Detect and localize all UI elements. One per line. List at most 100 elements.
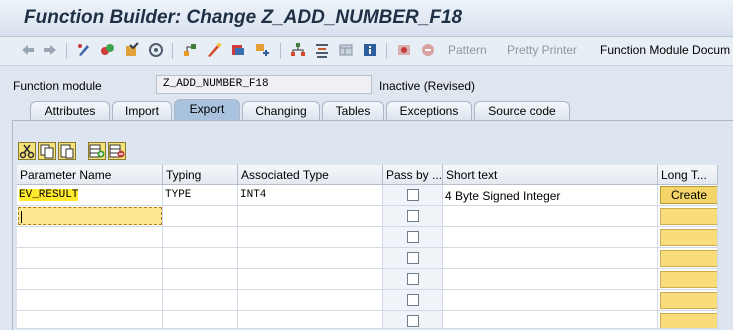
activate-icon[interactable]	[99, 42, 115, 58]
column-header-short-text[interactable]: Short text	[443, 165, 658, 185]
table-row-cell-associated-type[interactable]	[238, 311, 383, 329]
tab-attributes[interactable]: Attributes	[30, 101, 110, 120]
table-row-cell-typing[interactable]	[163, 269, 238, 290]
display-change-icon[interactable]	[76, 42, 92, 58]
pass-by-value-checkbox[interactable]	[407, 294, 419, 306]
where-used-icon[interactable]	[182, 42, 198, 58]
toolbar-separator	[386, 43, 387, 59]
parameter-name-value: EV_RESULT	[19, 189, 79, 201]
info-icon[interactable]	[362, 42, 378, 58]
toolbar-separator	[280, 43, 281, 59]
table-row-cell-pass-by-value	[383, 227, 443, 248]
create-long-text-button[interactable]: Create	[660, 186, 717, 204]
table-row-cell-parameter-name[interactable]: EV_RESULT	[17, 185, 163, 206]
table-row-cell-short-text[interactable]	[443, 227, 658, 248]
toolbar-separator	[172, 43, 173, 59]
insert-statement-icon[interactable]	[396, 42, 412, 58]
test-icon[interactable]	[148, 42, 164, 58]
table-row-cell-associated-type[interactable]	[238, 269, 383, 290]
table-row-cell-parameter-name[interactable]	[17, 227, 163, 248]
table-row-cell-parameter-name[interactable]	[17, 206, 163, 227]
toolbar-separator	[66, 43, 67, 59]
table-row-cell-long-text	[658, 311, 718, 329]
table-row-cell-parameter-name[interactable]	[17, 248, 163, 269]
pass-by-value-checkbox[interactable]	[407, 231, 419, 243]
long-text-button[interactable]	[660, 271, 717, 288]
table-row-cell-typing[interactable]	[163, 206, 238, 227]
page-title: Function Builder: Change Z_ADD_NUMBER_F1…	[24, 7, 463, 28]
table-row-cell-typing[interactable]: TYPE	[163, 185, 238, 206]
table-row-cell-short-text[interactable]	[443, 248, 658, 269]
tab-strip: Attributes Import Export Changing Tables…	[0, 99, 733, 121]
function-module-documentation-button[interactable]: Function Module Docum	[600, 43, 730, 57]
title-bar: Function Builder: Change Z_ADD_NUMBER_F1…	[0, 0, 733, 37]
table-row-cell-short-text[interactable]	[443, 269, 658, 290]
breakpoint-icon[interactable]	[420, 42, 436, 58]
function-module-label: Function module	[13, 79, 102, 93]
long-text-button[interactable]	[660, 250, 717, 267]
long-text-button[interactable]	[660, 229, 717, 246]
tab-export[interactable]: Export	[174, 99, 240, 120]
tab-import[interactable]: Import	[112, 101, 172, 120]
check-icon[interactable]	[124, 42, 140, 58]
parameter-name-input[interactable]	[18, 207, 162, 225]
table-row-cell-parameter-name[interactable]	[17, 311, 163, 329]
column-header-parameter-name[interactable]: Parameter Name	[17, 165, 163, 185]
forward-arrow-icon[interactable]	[42, 42, 58, 58]
long-text-button[interactable]	[660, 292, 717, 309]
table-row-cell-parameter-name[interactable]	[17, 290, 163, 311]
table-row-cell-associated-type[interactable]	[238, 248, 383, 269]
table-row-cell-pass-by-value	[383, 248, 443, 269]
table-row-cell-short-text[interactable]	[443, 311, 658, 329]
table-row-cell-short-text[interactable]	[443, 206, 658, 227]
function-module-field[interactable]: Z_ADD_NUMBER_F18	[156, 75, 372, 94]
long-text-button[interactable]	[660, 313, 717, 328]
table-row-cell-typing[interactable]	[163, 227, 238, 248]
pretty-icon[interactable]	[290, 42, 306, 58]
navigation-icon[interactable]	[230, 42, 246, 58]
table-row-cell-long-text	[658, 248, 718, 269]
tab-changing[interactable]: Changing	[242, 101, 320, 120]
table-row-cell-typing[interactable]	[163, 311, 238, 329]
column-header-long-text[interactable]: Long T...	[658, 165, 718, 185]
table-row-cell-parameter-name[interactable]	[17, 269, 163, 290]
table-row-cell-associated-type[interactable]: INT4	[238, 185, 383, 206]
pass-by-value-checkbox[interactable]	[407, 252, 419, 264]
table-row-cell-short-text[interactable]	[443, 290, 658, 311]
table-row-cell-long-text: Create	[658, 185, 718, 206]
pass-by-value-checkbox[interactable]	[407, 189, 419, 201]
column-header-typing[interactable]: Typing	[163, 165, 238, 185]
table-row-cell-long-text	[658, 290, 718, 311]
pass-by-value-checkbox[interactable]	[407, 273, 419, 285]
table-row-cell-associated-type[interactable]	[238, 206, 383, 227]
table-row-cell-pass-by-value	[383, 269, 443, 290]
table-row-cell-associated-type[interactable]	[238, 227, 383, 248]
pass-by-value-checkbox[interactable]	[407, 315, 419, 327]
layout-icon[interactable]	[338, 42, 354, 58]
hierarchy-icon[interactable]	[254, 42, 270, 58]
tab-tables[interactable]: Tables	[322, 101, 384, 120]
table-row-cell-long-text	[658, 206, 718, 227]
window-icon[interactable]	[314, 42, 330, 58]
back-arrow-icon[interactable]	[20, 42, 36, 58]
delete-row-icon[interactable]	[108, 142, 126, 160]
table-row-cell-short-text[interactable]: 4 Byte Signed Integer	[443, 185, 658, 206]
copy-icon[interactable]	[38, 142, 56, 160]
object-list-icon[interactable]	[206, 42, 222, 58]
tab-source-code[interactable]: Source code	[474, 101, 570, 120]
column-header-pass-by-value[interactable]: Pass by ...	[383, 165, 443, 185]
table-row-cell-associated-type[interactable]	[238, 290, 383, 311]
column-header-associated-type[interactable]: Associated Type	[238, 165, 383, 185]
pass-by-value-checkbox[interactable]	[407, 210, 419, 222]
table-row-cell-typing[interactable]	[163, 290, 238, 311]
pretty-printer-button[interactable]: Pretty Printer	[507, 43, 577, 57]
cut-icon[interactable]	[18, 142, 36, 160]
tab-exceptions[interactable]: Exceptions	[386, 101, 472, 120]
application-toolbar: Pattern Pretty Printer Function Module D…	[0, 37, 733, 66]
long-text-button[interactable]	[660, 208, 717, 225]
insert-row-icon[interactable]	[88, 142, 106, 160]
pattern-button[interactable]: Pattern	[448, 43, 487, 57]
text-caret	[21, 211, 22, 223]
table-row-cell-typing[interactable]	[163, 248, 238, 269]
paste-icon[interactable]	[58, 142, 76, 160]
